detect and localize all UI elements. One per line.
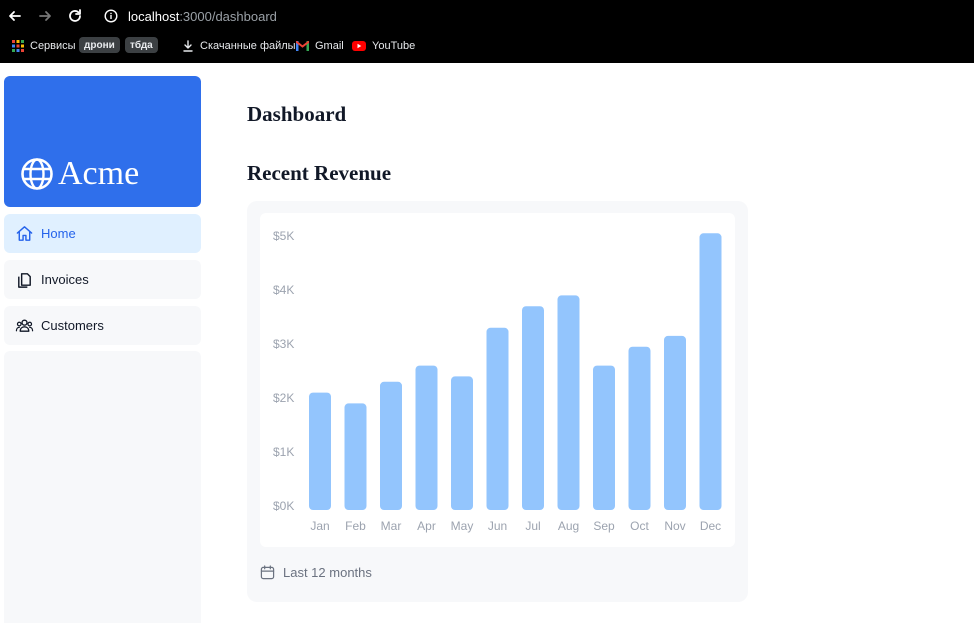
revenue-bar-apr[interactable] bbox=[415, 365, 438, 510]
revenue-chart-panel: $0K $1K $2K $3K $4K $5K Jan Feb Mar Apr May Jun Jul A… bbox=[260, 213, 735, 547]
sidebar-item-label: Invoices bbox=[41, 272, 89, 287]
sidebar-item-customers[interactable]: Customers bbox=[4, 306, 201, 345]
sidebar-item-home[interactable]: Home bbox=[4, 214, 201, 253]
revenue-bar-jun[interactable] bbox=[486, 327, 509, 510]
x-tick-label: Aug bbox=[558, 519, 579, 533]
x-tick-label: Apr bbox=[417, 519, 436, 533]
arrow-right-icon bbox=[39, 11, 51, 21]
sidebar-item-label: Customers bbox=[41, 318, 104, 333]
x-tick-label: Dec bbox=[700, 519, 721, 533]
bookmarks-bar: Сервисы дрони тбда Скачанные файлы Gmail… bbox=[0, 36, 974, 56]
back-button[interactable] bbox=[6, 7, 24, 25]
users-icon bbox=[15, 319, 34, 332]
y-tick-label: $3K bbox=[273, 337, 294, 351]
x-tick-label: Jul bbox=[525, 519, 540, 533]
youtube-icon bbox=[352, 41, 366, 51]
info-icon bbox=[104, 9, 118, 23]
sidebar-item-invoices[interactable]: Invoices bbox=[4, 260, 201, 299]
browser-toolbar: localhost:3000/dashboard bbox=[0, 0, 974, 32]
apps-grid-icon bbox=[12, 40, 24, 52]
bookmark-apps-label: Сервисы bbox=[30, 40, 76, 52]
x-tick-label: Feb bbox=[345, 519, 366, 533]
globe-icon bbox=[21, 158, 53, 190]
revenue-bar-mar[interactable] bbox=[380, 381, 402, 510]
x-tick-label: Oct bbox=[630, 519, 649, 533]
x-tick-label: Nov bbox=[664, 519, 685, 533]
address-bar[interactable]: localhost:3000/dashboard bbox=[104, 8, 277, 24]
y-tick-label: $2K bbox=[273, 391, 294, 405]
documents-icon bbox=[18, 273, 31, 288]
logo-text: Acme bbox=[58, 155, 140, 192]
url-path: :3000/dashboard bbox=[179, 8, 277, 24]
x-tick-label: Sep bbox=[593, 519, 615, 533]
reload-icon bbox=[69, 9, 81, 22]
revenue-bar-oct[interactable] bbox=[628, 346, 651, 510]
bookmark-youtube-label: YouTube bbox=[372, 40, 416, 52]
bookmark-youtube[interactable]: YouTube bbox=[352, 38, 415, 54]
bookmark-downloads[interactable]: Скачанные файлы bbox=[182, 38, 296, 54]
x-tick-label: Jan bbox=[310, 519, 329, 533]
arrow-left-icon bbox=[9, 11, 21, 21]
y-tick-label: $0K bbox=[273, 499, 294, 513]
sidebar-empty-area bbox=[4, 351, 201, 623]
bookmark-downloads-label: Скачанные файлы bbox=[200, 40, 296, 52]
acme-logo-card[interactable]: Acme bbox=[4, 76, 201, 207]
revenue-bar-nov[interactable] bbox=[664, 335, 686, 510]
bookmark-folder-droni[interactable]: дрони bbox=[79, 37, 120, 53]
sidebar-item-label: Home bbox=[41, 226, 76, 241]
revenue-bar-jan[interactable] bbox=[309, 392, 331, 510]
acme-logo: Acme bbox=[20, 155, 139, 193]
revenue-chart: $0K $1K $2K $3K $4K $5K Jan Feb Mar Apr May Jun Jul A… bbox=[273, 229, 722, 533]
calendar-icon bbox=[260, 565, 275, 580]
y-tick-label: $1K bbox=[273, 445, 294, 459]
browser-chrome: localhost:3000/dashboard Сервисы дрони т… bbox=[0, 0, 974, 63]
x-tick-label: Jun bbox=[488, 519, 507, 533]
revenue-bar-aug[interactable] bbox=[557, 295, 580, 510]
gmail-icon bbox=[296, 41, 309, 51]
url-host: localhost bbox=[128, 8, 180, 24]
download-icon bbox=[183, 40, 193, 52]
x-tick-label: May bbox=[451, 519, 474, 533]
y-tick-label: $4K bbox=[273, 283, 294, 297]
chart-footer: Last 12 months bbox=[260, 565, 372, 580]
home-icon bbox=[16, 226, 33, 241]
revenue-bar-jul[interactable] bbox=[522, 306, 544, 510]
bookmark-folder-tbda[interactable]: тбда bbox=[125, 37, 158, 53]
bookmark-gmail[interactable]: Gmail bbox=[296, 38, 344, 54]
revenue-bar-may[interactable] bbox=[451, 376, 473, 510]
reload-button[interactable] bbox=[66, 7, 84, 25]
chart-footer-label: Last 12 months bbox=[283, 565, 372, 580]
revenue-card: $0K $1K $2K $3K $4K $5K Jan Feb Mar Apr May Jun Jul A… bbox=[247, 201, 748, 602]
x-tick-label: Mar bbox=[381, 519, 402, 533]
bookmark-apps[interactable]: Сервисы bbox=[12, 38, 76, 54]
bookmark-gmail-label: Gmail bbox=[315, 40, 344, 52]
revenue-bar-sep[interactable] bbox=[593, 365, 615, 510]
forward-button[interactable] bbox=[36, 7, 54, 25]
revenue-bar-dec[interactable] bbox=[699, 233, 722, 511]
section-title: Recent Revenue bbox=[247, 161, 392, 185]
y-tick-label: $5K bbox=[273, 229, 294, 243]
revenue-bar-feb[interactable] bbox=[344, 403, 367, 510]
page-title: Dashboard bbox=[247, 102, 347, 126]
